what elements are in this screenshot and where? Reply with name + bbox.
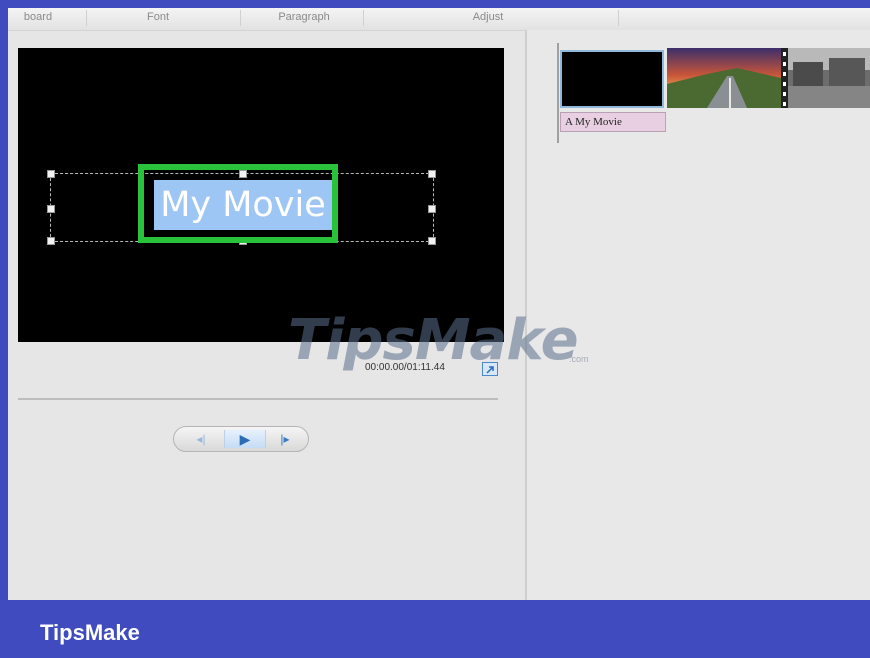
resize-handle[interactable] [47, 170, 55, 178]
ribbon-toolbar: board Font Paragraph Adjust [8, 8, 870, 31]
resize-handle[interactable] [47, 205, 55, 213]
ribbon-group-adjust[interactable]: Adjust [458, 10, 518, 28]
watermark-domain: .com [569, 354, 589, 364]
previous-frame-button[interactable]: ◂| [184, 430, 218, 448]
title-clip-caption[interactable]: A My Movie [560, 112, 666, 132]
ribbon-group-clipboard[interactable]: board [8, 10, 68, 28]
ribbon-separator [363, 10, 364, 26]
caption-text: A My Movie [565, 116, 622, 128]
ribbon-group-paragraph[interactable]: Paragraph [264, 10, 344, 28]
video-clip-thumbnail-street[interactable] [781, 48, 870, 108]
movie-maker-window: board Font Paragraph Adjust My Movie 00:… [8, 8, 870, 600]
street-thumbnail-image [781, 48, 870, 108]
video-clip-thumbnail-road[interactable] [667, 48, 781, 108]
next-frame-button[interactable]: |▸ [268, 430, 302, 448]
ribbon-group-font[interactable]: Font [128, 10, 188, 28]
resize-handle[interactable] [428, 205, 436, 213]
ribbon-separator [86, 10, 87, 26]
playback-controls: ◂| ▶ |▸ [173, 426, 309, 452]
ribbon-separator [240, 10, 241, 26]
footer-brand-logo: TipsMake [40, 620, 140, 645]
play-button[interactable]: ▶ [224, 430, 266, 448]
playback-indicator-line[interactable] [557, 43, 559, 143]
instruction-highlight-box [138, 164, 338, 243]
ribbon-separator [618, 10, 619, 26]
road-thumbnail-image [667, 48, 781, 108]
watermark-logo: TipsMake [288, 308, 579, 373]
title-clip-thumbnail[interactable] [560, 50, 664, 108]
resize-handle[interactable] [428, 170, 436, 178]
resize-handle[interactable] [428, 237, 436, 245]
preview-divider [18, 398, 498, 400]
resize-handle[interactable] [47, 237, 55, 245]
